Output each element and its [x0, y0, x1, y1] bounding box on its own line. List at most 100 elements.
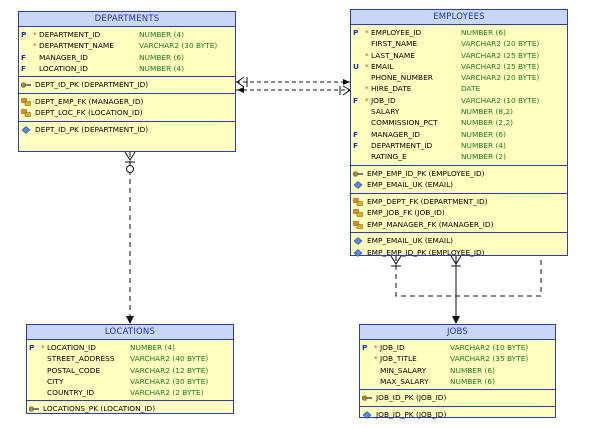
table-title: JOBS: [360, 325, 555, 340]
key-row: EMP_DEPT_FK (DEPARTMENT_ID): [351, 196, 567, 208]
column-flag: F: [353, 129, 359, 139]
column-row: COUNTRY_ID VARCHAR2 (2 BYTE): [27, 387, 233, 398]
column-flag: P: [362, 343, 368, 352]
foreign-keys-section: EMP_DEPT_FK (DEPARTMENT_ID) EMP_JOB_FK (J…: [351, 194, 567, 234]
column-type: VARCHAR2 (12 BYTE): [130, 365, 209, 375]
required-marker: *: [365, 84, 369, 94]
key-text: JOB_ID_PK (JOB_ID): [376, 393, 447, 403]
column-row: F MANAGER_ID NUMBER (6): [19, 52, 235, 63]
key-row: JOB_ID_PK (JOB_ID): [360, 409, 555, 421]
key-row: DEPT_ID_PK (DEPARTMENT_ID): [19, 79, 235, 91]
column-flag: U: [353, 61, 360, 71]
column-name: FIRST_NAME: [371, 39, 418, 49]
key-row: EMP_JOB_FK (JOB_ID): [351, 207, 567, 219]
key-text: DEPT_ID_PK (DEPARTMENT_ID): [35, 124, 149, 134]
column-name: MANAGER_ID: [39, 52, 88, 62]
column-name: PHONE_NUMBER: [371, 73, 433, 83]
column-row: F LOCATION_ID NUMBER (4): [19, 63, 235, 74]
column-type: VARCHAR2 (2 BYTE): [130, 388, 204, 398]
column-row: F DEPARTMENT_ID NUMBER (4): [351, 140, 567, 151]
column-type: VARCHAR2 (10 BYTE): [450, 343, 529, 352]
column-type: NUMBER (8,2): [461, 107, 514, 117]
key-row: DEPT_EMP_FK (MANAGER_ID): [19, 96, 235, 108]
arrow-dept-left: [237, 87, 244, 93]
required-marker: *: [41, 343, 45, 352]
required-marker: *: [365, 95, 369, 105]
column-name: DEPARTMENT_ID: [39, 30, 101, 39]
index-icon: [353, 248, 363, 257]
column-flag: P: [353, 28, 359, 37]
employees-table[interactable]: EMPLOYEES P * EMPLOYEE_ID NUMBER (6) FIRST_N…: [350, 9, 568, 259]
key-row: LOCATIONS_PK (LOCATION_ID): [27, 403, 233, 415]
departments-table[interactable]: DEPARTMENTS P * DEPARTMENT_ID NUMBER (4) * DE…: [18, 11, 236, 152]
key-text: DEPT_ID_PK (DEPARTMENT_ID): [35, 80, 149, 90]
required-marker: *: [374, 343, 378, 352]
primary-keys-section: LOCATIONS_PK (LOCATION_ID): [27, 401, 233, 417]
columns-section: P * EMPLOYEE_ID NUMBER (6) FIRST_NAME VARCHAR…: [351, 25, 567, 166]
index-icon: [362, 410, 372, 419]
key-text: EMP_EMAIL_UK (EMAIL): [367, 236, 454, 246]
column-row: PHONE_NUMBER VARCHAR2 (20 BYTE): [351, 72, 567, 83]
column-name: LOCATION_ID: [39, 63, 88, 73]
column-name: MIN_SALARY: [380, 365, 427, 375]
table-title: EMPLOYEES: [351, 10, 567, 25]
foreign-key-icon: [353, 197, 363, 206]
key-row: EMP_MANAGER_FK (MANAGER_ID): [351, 219, 567, 231]
column-name: DEPARTMENT_ID: [371, 140, 433, 150]
primary-key-icon: [20, 81, 32, 89]
jobs-table[interactable]: JOBS P * JOB_ID VARCHAR2 (10 BYTE) * JOB_TITL…: [359, 324, 556, 419]
column-row: F MANAGER_ID NUMBER (6): [351, 129, 567, 140]
column-name: POSTAL_CODE: [47, 365, 101, 375]
column-row: CITY VARCHAR2 (30 BYTE): [27, 376, 233, 387]
column-name: RATING_E: [371, 152, 407, 162]
column-row: * DEPARTMENT_NAME VARCHAR2 (30 BYTE): [19, 40, 235, 51]
optional-circle: [126, 165, 134, 173]
index-icon: [353, 237, 363, 245]
key-row: EMP_EMAIL_UK (EMAIL): [351, 179, 567, 191]
column-flag: P: [29, 343, 35, 352]
indexes-section: DEPT_ID_PK (DEPARTMENT_ID): [19, 122, 235, 138]
column-name: LAST_NAME: [371, 50, 415, 60]
column-row: COMMISSION_PCT NUMBER (2,2): [351, 117, 567, 128]
key-text: LOCATIONS_PK (LOCATION_ID): [43, 404, 156, 414]
column-type: VARCHAR2 (40 BYTE): [130, 354, 209, 364]
key-text: DEPT_EMP_FK (MANAGER_ID): [35, 96, 144, 106]
column-name: MANAGER_ID: [371, 129, 420, 139]
column-type: NUMBER (2,2): [461, 118, 514, 128]
foreign-key-icon: [21, 109, 31, 117]
key-row: EMP_EMP_ID_PK (EMPLOYEE_ID): [351, 168, 567, 180]
column-row: MAX_SALARY NUMBER (6): [360, 376, 555, 387]
key-text: DEPT_LOC_FK (LOCATION_ID): [35, 108, 143, 118]
indexes-section: JOB_ID_PK (JOB_ID): [360, 407, 555, 423]
arrow-jobs: [452, 316, 460, 324]
column-row: RATING_E NUMBER (2): [351, 151, 567, 162]
column-name: HIRE_DATE: [371, 84, 412, 94]
column-name: JOB_TITLE: [380, 354, 417, 364]
index-icon: [353, 181, 363, 189]
column-type: NUMBER (6): [450, 376, 496, 386]
column-name: COUNTRY_ID: [47, 388, 95, 398]
column-flag: P: [21, 30, 27, 39]
column-row: SALARY NUMBER (8,2): [351, 106, 567, 117]
column-row: POSTAL_CODE VARCHAR2 (12 BYTE): [27, 365, 233, 376]
column-row: * HIRE_DATE DATE: [351, 83, 567, 94]
foreign-key-icon: [21, 97, 31, 106]
column-name: DEPARTMENT_NAME: [39, 41, 114, 51]
table-title: LOCATIONS: [27, 325, 233, 340]
column-row: P * EMPLOYEE_ID NUMBER (6): [351, 27, 567, 38]
key-row: EMP_EMP_ID_PK (EMPLOYEE_ID): [351, 247, 567, 259]
column-type: VARCHAR2 (30 BYTE): [130, 376, 209, 386]
required-marker: *: [365, 61, 369, 71]
emp-manager-self-line: [395, 256, 542, 297]
column-type: NUMBER (4): [130, 343, 176, 352]
column-type: VARCHAR2 (10 BYTE): [461, 95, 540, 105]
locations-table[interactable]: LOCATIONS P * LOCATION_ID NUMBER (4) STREET_…: [26, 324, 234, 414]
primary-key-icon: [352, 170, 364, 178]
index-icon: [21, 125, 31, 134]
column-type: VARCHAR2 (20 BYTE): [461, 73, 540, 83]
column-name: JOB_ID: [371, 95, 396, 105]
column-flag: F: [21, 52, 27, 62]
column-type: DATE: [461, 84, 481, 94]
required-marker: *: [33, 30, 37, 39]
column-row: * JOB_TITLE VARCHAR2 (35 BYTE): [360, 353, 555, 364]
